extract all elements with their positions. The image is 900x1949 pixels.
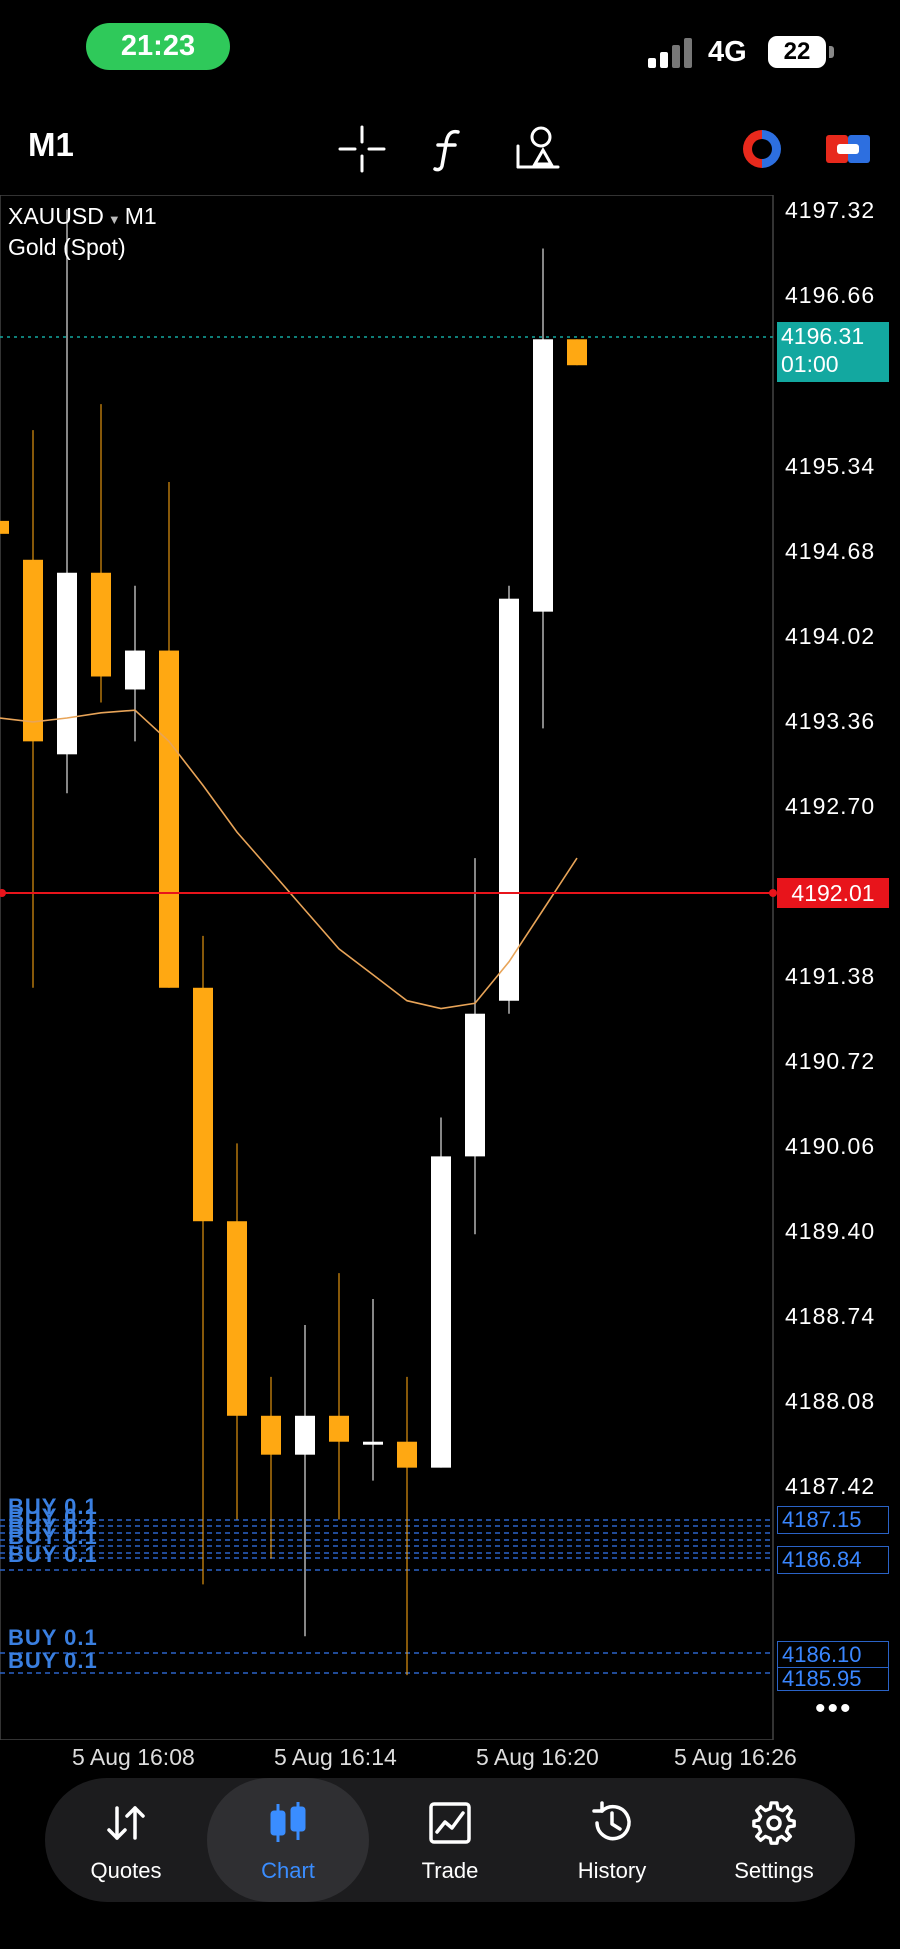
price-axis-label: 4197.32 [785,197,876,223]
current-price: 4196.31 [781,323,865,349]
order-price-tag: 4186.10 [777,1641,889,1669]
candle-body [397,1441,417,1468]
price-axis-label: 4188.08 [785,1388,876,1414]
price-axis-label: 4196.66 [785,282,876,308]
status-time[interactable]: 21:23 [86,23,230,70]
candlestick-chart[interactable] [0,195,900,1740]
price-axis-label: 4195.34 [785,453,876,479]
indicators-icon[interactable] [425,124,475,174]
candle-body [363,1441,383,1445]
quotes-arrows-icon [107,1806,145,1840]
nav-label: Settings [734,1858,814,1883]
candle-body [57,572,77,755]
history-clock-icon [592,1801,631,1841]
candle-body [431,1156,451,1468]
more-options-icon[interactable]: ••• [815,1692,853,1726]
current-price-tag: 4196.31 01:00 [777,322,889,382]
price-axis-label: 4192.70 [785,793,876,819]
time-axis-label: 5 Aug 16:14 [274,1744,397,1770]
crosshair-icon[interactable] [337,124,387,174]
price-axis-label: 4190.72 [785,1048,876,1074]
timeframe-button[interactable]: M1 [28,126,74,164]
symbol-period: M1 [124,203,157,229]
time-axis-label: 5 Aug 16:08 [72,1744,195,1770]
nav-quotes[interactable]: Quotes [45,1778,207,1902]
nav-label: Trade [421,1858,479,1883]
candle-body [261,1415,281,1455]
chart-toolbar: M1 [0,110,900,190]
status-bar: 21:23 4G 22 [0,0,900,100]
battery-tip [829,46,834,58]
cellular-signal-icon [648,38,696,68]
nav-label: Chart [261,1858,315,1883]
bottom-navigation: Quotes Chart Trade History Settings [45,1778,855,1902]
nav-settings[interactable]: Settings [693,1778,855,1902]
price-axis-label: 4188.74 [785,1303,876,1329]
order-label-buy[interactable]: BUY 0.1 [8,1542,98,1568]
network-type: 4G [708,36,747,68]
symbol-description: Gold (Spot) [8,234,126,260]
symbol-name: XAUUSD [8,203,104,229]
time-axis-label: 5 Aug 16:20 [476,1744,599,1770]
chart-frame [0,195,774,1740]
order-price-tag: 4185.95 [777,1667,889,1691]
candle-body [159,650,179,988]
red-line-price-tag: 4192.01 [777,878,889,908]
candle-body [499,598,519,1001]
red-line-handle [0,889,6,897]
candle-body [295,1415,315,1455]
price-axis-label: 4189.40 [785,1218,876,1244]
order-label-buy[interactable]: BUY 0.1 [8,1648,98,1674]
symbol-label[interactable]: XAUUSD ▼ M1 [8,203,157,230]
order-price-tag: 4186.84 [777,1546,889,1574]
price-axis-label: 4190.06 [785,1133,876,1159]
symbol-dropdown-icon[interactable]: ▼ [108,212,121,227]
gear-icon [752,1801,796,1845]
candle-body [329,1415,349,1442]
one-click-trading-icon[interactable] [737,124,787,174]
moving-average-line [0,709,578,1010]
candle-body [567,339,587,366]
bar-countdown: 01:00 [781,351,839,377]
red-line-handle [769,889,777,897]
chart-area[interactable] [0,195,900,1740]
price-axis-label: 4194.68 [785,538,876,564]
price-axis-label: 4194.02 [785,623,876,649]
candle-body [0,520,9,534]
trade-panel-icon[interactable] [823,124,873,174]
nav-trade[interactable]: Trade [369,1778,531,1902]
nav-chart[interactable]: Chart [207,1778,369,1902]
battery-icon: 22 [768,36,826,68]
objects-icon[interactable] [513,124,563,174]
trade-chart-icon [429,1802,471,1844]
price-axis-label: 4187.42 [785,1473,876,1499]
candle-body [193,987,213,1222]
candle-body [125,650,145,690]
time-axis-label: 5 Aug 16:26 [674,1744,797,1770]
candle-body [227,1221,247,1416]
candle-body [23,559,43,742]
price-axis-label: 4193.36 [785,708,876,734]
nav-label: History [577,1858,647,1883]
order-price-tag: 4187.15 [777,1506,889,1534]
candle-body [91,572,111,677]
nav-history[interactable]: History [531,1778,693,1902]
candlestick-icon [270,1802,306,1842]
price-axis-label: 4191.38 [785,963,876,989]
nav-label: Quotes [90,1858,162,1883]
candle-body [533,339,553,612]
candle-body [465,1013,485,1157]
